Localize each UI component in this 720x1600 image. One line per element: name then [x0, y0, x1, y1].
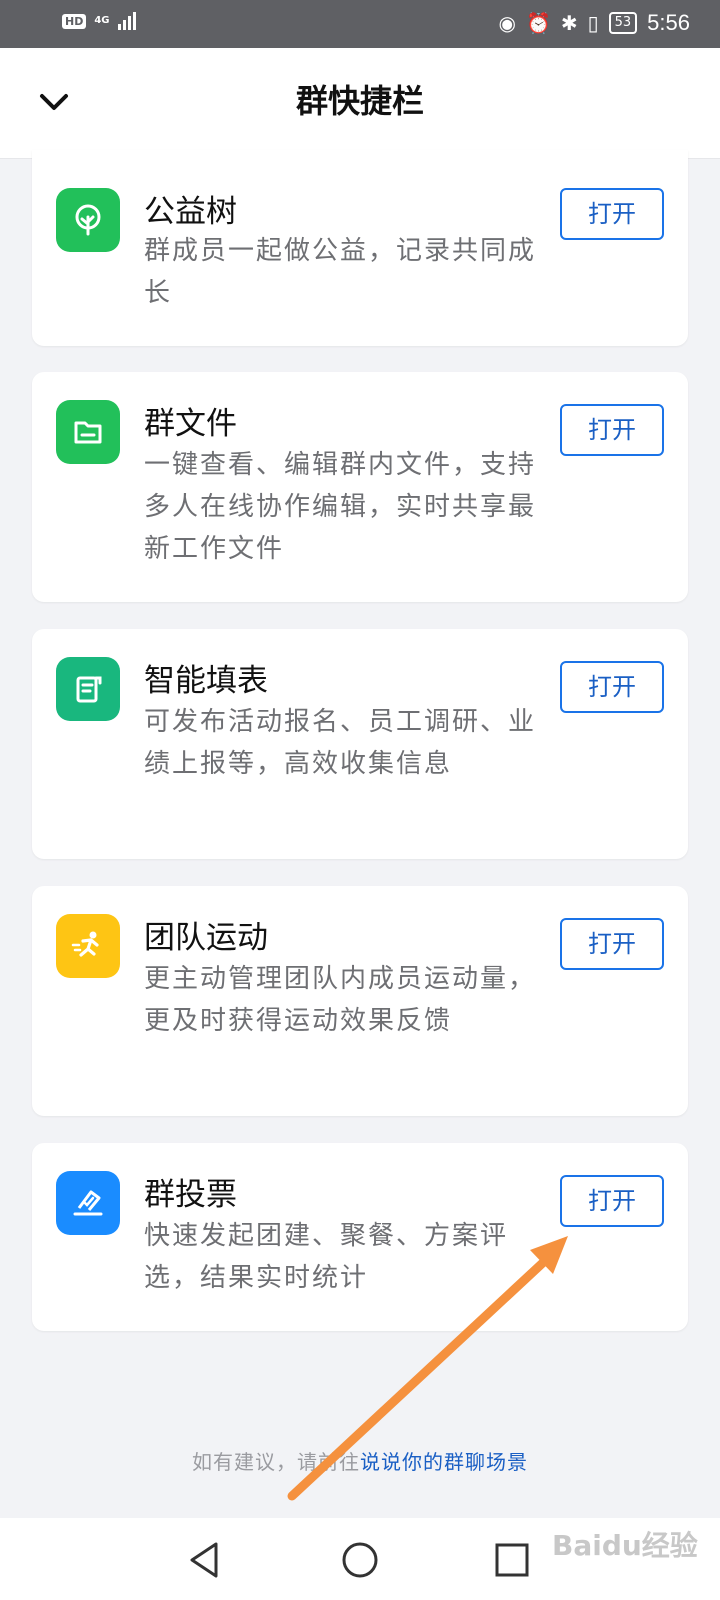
- recents-square-icon[interactable]: [488, 1536, 536, 1584]
- network-type: 4G: [94, 15, 110, 26]
- shortcut-card-group-files: 群文件 一键查看、编辑群内文件，支持多人在线协作编辑，实时共享最新工作文件 打开: [32, 372, 688, 602]
- shortcut-card-charity-tree: 公益树 群成员一起做公益，记录共同成长 打开: [32, 150, 688, 346]
- open-button[interactable]: 打开: [560, 661, 664, 713]
- feedback-note: 如有建议，请前往说说你的群聊场景: [0, 1446, 720, 1475]
- card-description: 更主动管理团队内成员运动量，更及时获得运动效果反馈: [144, 964, 537, 1036]
- shortcut-card-team-sports: 团队运动 更主动管理团队内成员运动量，更及时获得运动效果反馈 打开: [32, 886, 688, 1116]
- signal-icon: [117, 12, 136, 30]
- header: 群快捷栏: [0, 48, 720, 159]
- card-title: 智能填表: [144, 663, 268, 699]
- back-triangle-icon[interactable]: [182, 1536, 230, 1584]
- feedback-prefix: 如有建议，请前往: [192, 1450, 360, 1474]
- open-button[interactable]: 打开: [560, 1175, 664, 1227]
- eye-icon: ◉: [498, 11, 516, 35]
- vibrate-icon: ▯: [587, 11, 599, 35]
- clock: 5:56: [647, 10, 690, 35]
- shortcut-card-group-vote: 群投票 快速发起团建、聚餐、方案评选，结果实时统计 打开: [32, 1143, 688, 1331]
- alarm-icon: ⏰: [525, 11, 551, 35]
- vote-icon: [56, 1171, 120, 1235]
- open-button[interactable]: 打开: [560, 918, 664, 970]
- page-title: 群快捷栏: [295, 82, 424, 120]
- folder-icon: [56, 400, 120, 464]
- card-description: 一键查看、编辑群内文件，支持多人在线协作编辑，实时共享最新工作文件: [144, 450, 537, 564]
- card-description: 群成员一起做公益，记录共同成长: [144, 236, 537, 308]
- shortcut-card-smart-form: 智能填表 可发布活动报名、员工调研、业绩上报等，高效收集信息 打开: [32, 629, 688, 859]
- feedback-link[interactable]: 说说你的群聊场景: [360, 1450, 528, 1474]
- status-bar: HD 4G ◉ ⏰ ✱ ▯ 53 5:56: [0, 0, 720, 48]
- card-description: 快速发起团建、聚餐、方案评选，结果实时统计: [144, 1221, 509, 1293]
- card-description: 可发布活动报名、员工调研、业绩上报等，高效收集信息: [144, 707, 537, 779]
- bluetooth-icon: ✱: [560, 11, 578, 35]
- tree-icon: [56, 188, 120, 252]
- runner-icon: [56, 914, 120, 978]
- open-button[interactable]: 打开: [560, 404, 664, 456]
- home-circle-icon[interactable]: [336, 1536, 384, 1584]
- watermark-text: Baidu经验: [552, 1529, 698, 1562]
- battery-icon: 53: [608, 12, 638, 34]
- card-title: 群文件: [144, 406, 237, 442]
- watermark-logo: Baidu经验: [552, 1524, 698, 1564]
- card-title: 群投票: [144, 1177, 237, 1213]
- open-button[interactable]: 打开: [560, 188, 664, 240]
- card-title: 公益树: [144, 194, 237, 230]
- form-icon: [56, 657, 120, 721]
- battery-level: 53: [614, 15, 632, 30]
- hd-indicator: HD: [62, 13, 87, 29]
- card-title: 团队运动: [144, 920, 268, 956]
